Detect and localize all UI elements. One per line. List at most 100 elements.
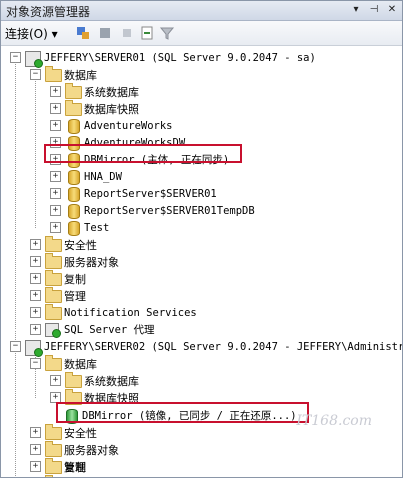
collapse-icon[interactable]: − <box>10 341 21 352</box>
folder-icon <box>45 235 62 252</box>
expand-icon[interactable]: + <box>50 103 61 114</box>
connect-icon[interactable] <box>75 25 91 41</box>
agent-icon <box>45 322 61 338</box>
agent-node[interactable]: + SQL Server 代理 <box>30 321 155 338</box>
database-icon <box>68 186 80 202</box>
expand-icon[interactable]: + <box>30 427 41 438</box>
server-label: JEFFERY\SERVER02 (SQL Server 9.0.2047 - … <box>44 340 403 353</box>
folder-label: 服务器对象 <box>64 443 119 457</box>
expand-icon[interactable]: + <box>30 239 41 250</box>
database-icon <box>68 118 80 134</box>
folder-icon <box>65 99 82 116</box>
expand-icon[interactable]: + <box>50 375 61 386</box>
folder-label: 安全性 <box>64 426 97 440</box>
folder-label: 安全性 <box>64 238 97 252</box>
expand-icon[interactable]: + <box>30 273 41 284</box>
folder-icon <box>45 303 62 320</box>
folder-icon <box>45 65 62 82</box>
expand-icon[interactable]: + <box>50 171 61 182</box>
folder-label: 复制 <box>64 272 86 286</box>
folder-label: 系统数据库 <box>84 374 139 388</box>
folder-label: 管理 <box>64 289 86 303</box>
folder-icon <box>45 354 62 371</box>
folder-icon <box>65 82 82 99</box>
database-label: ReportServer$SERVER01TempDB <box>84 204 255 217</box>
server-node[interactable]: − JEFFERY\SERVER01 (SQL Server 9.0.2047 … <box>10 49 316 68</box>
principal-highlight-box <box>44 144 242 163</box>
folder-node[interactable]: + 服务器对象 <box>30 440 119 458</box>
folder-label: 系统数据库 <box>84 85 139 99</box>
title-bar: 对象资源管理器 ▾ ⊣ ✕ <box>1 1 402 21</box>
folder-label: 管理 <box>64 460 86 474</box>
expand-icon[interactable]: + <box>30 461 41 472</box>
folder-icon <box>45 252 62 269</box>
folder-icon <box>45 440 62 457</box>
collapse-icon[interactable]: − <box>30 358 41 369</box>
database-node[interactable]: + HNA_DW <box>50 168 122 185</box>
folder-label: 数据库 <box>64 68 97 82</box>
watermark: IT168.com <box>296 413 372 429</box>
database-node[interactable]: + Test <box>50 219 109 236</box>
folder-node[interactable]: + 安全性 <box>30 423 97 441</box>
database-label: AdventureWorks <box>84 119 173 132</box>
server-label: JEFFERY\SERVER01 (SQL Server 9.0.2047 - … <box>44 51 316 64</box>
folder-node[interactable]: + 管理 <box>30 457 86 475</box>
folder-node[interactable]: + 安全性 <box>30 235 97 253</box>
expand-icon[interactable]: + <box>50 205 61 216</box>
database-icon <box>68 169 80 185</box>
folder-icon <box>65 371 82 388</box>
folder-icon <box>45 423 62 440</box>
server-node[interactable]: − JEFFERY\SERVER02 (SQL Server 9.0.2047 … <box>10 338 403 357</box>
collapse-icon[interactable]: − <box>10 52 21 63</box>
folder-icon <box>45 286 62 303</box>
expand-icon[interactable]: + <box>30 324 41 335</box>
system-databases-folder[interactable]: + 系统数据库 <box>50 82 139 100</box>
stop-icon[interactable] <box>119 25 135 41</box>
folder-node[interactable]: + Notification Services <box>30 303 197 321</box>
expand-icon[interactable]: + <box>30 307 41 318</box>
expand-icon[interactable]: + <box>50 222 61 233</box>
folder-node[interactable]: + 服务器对象 <box>30 252 119 270</box>
object-explorer-window: 对象资源管理器 ▾ ⊣ ✕ 连接(O) ▾ − JEFFERY\SERVER01… <box>0 0 403 478</box>
folder-icon <box>45 269 62 286</box>
folder-node[interactable]: + 复制 <box>30 269 86 287</box>
close-icon[interactable]: ✕ <box>385 2 399 18</box>
database-label: Test <box>84 221 110 234</box>
toolbar: 连接(O) ▾ <box>1 21 402 46</box>
database-icon <box>68 203 80 219</box>
filter-icon[interactable] <box>159 25 175 41</box>
mirror-highlight-box <box>56 402 309 423</box>
server-icon <box>25 339 43 357</box>
pin-icon[interactable]: ⊣ <box>367 2 381 18</box>
databases-folder[interactable]: − 数据库 <box>30 65 97 83</box>
dropdown-icon[interactable]: ▾ <box>349 2 363 18</box>
database-label: HNA_DW <box>84 170 122 183</box>
connect-button[interactable]: 连接(O) ▾ <box>5 25 58 42</box>
window-title: 对象资源管理器 <box>6 5 91 19</box>
folder-label: 数据库快照 <box>84 102 139 116</box>
database-icon <box>68 220 80 236</box>
expand-icon[interactable]: + <box>30 256 41 267</box>
disconnect-icon[interactable] <box>97 25 113 41</box>
database-node[interactable]: + ReportServer$SERVER01TempDB <box>50 202 255 219</box>
agent-label: SQL Server 代理 <box>64 324 155 336</box>
collapse-icon[interactable]: − <box>30 69 41 80</box>
server-icon <box>25 50 43 68</box>
expand-icon[interactable]: + <box>50 188 61 199</box>
database-node[interactable]: + AdventureWorks <box>50 117 173 134</box>
folder-icon <box>45 457 62 474</box>
database-node[interactable]: + ReportServer$SERVER01 <box>50 185 217 202</box>
refresh-icon[interactable] <box>139 25 155 41</box>
folder-label: 服务器对象 <box>64 255 119 269</box>
expand-icon[interactable]: + <box>50 86 61 97</box>
folder-label: 数据库 <box>64 357 97 371</box>
expand-icon[interactable]: + <box>30 444 41 455</box>
system-databases-folder[interactable]: + 系统数据库 <box>50 371 139 389</box>
expand-icon[interactable]: + <box>50 120 61 131</box>
folder-label: Notification Services <box>64 306 197 319</box>
snapshots-folder[interactable]: + 数据库快照 <box>50 99 139 117</box>
databases-folder[interactable]: − 数据库 <box>30 354 97 372</box>
expand-icon[interactable]: + <box>30 290 41 301</box>
database-label: ReportServer$SERVER01 <box>84 187 217 200</box>
folder-node[interactable]: + 管理 <box>30 286 86 304</box>
